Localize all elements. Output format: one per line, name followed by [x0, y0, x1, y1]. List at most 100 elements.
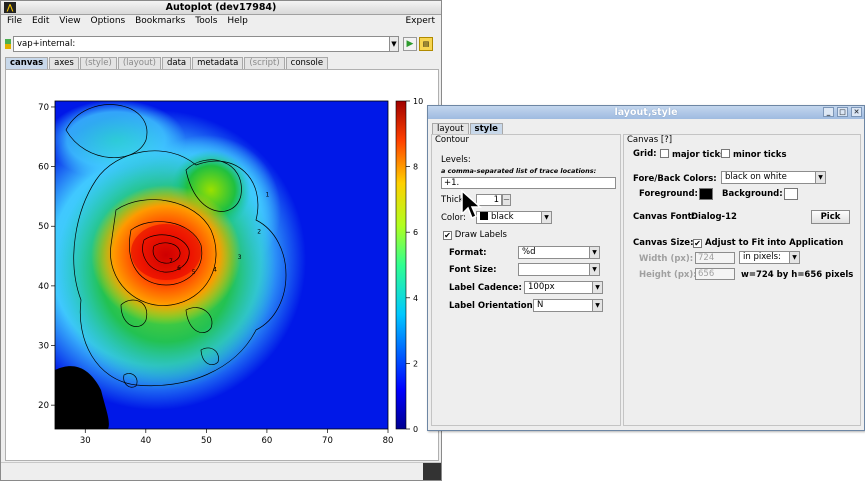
colorbar-tick-label: 4	[413, 294, 418, 303]
thick-spinner-icon[interactable]: —	[502, 194, 511, 206]
format-label: Format:	[449, 248, 487, 258]
menu-view[interactable]: View	[59, 16, 80, 26]
contour-level-label: 1	[266, 191, 270, 198]
adjust-to-fit-row[interactable]: ✔ Adjust to Fit into Application	[693, 238, 843, 248]
go-play-icon[interactable]: ▶	[403, 37, 417, 51]
canvas-font-value: Dialog-12	[691, 212, 737, 222]
height-label: Height (px):	[639, 270, 697, 280]
main-titlebar[interactable]: ⋀ Autoplot (dev17984)	[1, 1, 441, 15]
colorbar-tick-label: 6	[413, 228, 418, 237]
label-cadence-select[interactable]: 100px ▼	[524, 281, 603, 294]
contour-level-label: 7	[169, 258, 173, 265]
tab-metadata[interactable]: metadata	[192, 57, 244, 69]
grid-label: Grid:	[633, 149, 657, 159]
plot-canvas[interactable]: 1234567 30 40 50 60 70 80 20 30 40 50 60 70 024681…	[5, 69, 439, 461]
contour-level-label: 5	[192, 269, 196, 276]
close-icon[interactable]: ✕	[851, 107, 862, 117]
chevron-down-icon: ▼	[589, 247, 599, 258]
foreground-color-swatch[interactable]	[699, 188, 713, 200]
main-window-title: Autoplot (dev17984)	[165, 2, 277, 13]
adjust-to-fit-checkbox[interactable]: ✔	[693, 239, 702, 248]
y-tick-label: 60	[38, 163, 49, 173]
menubar: File Edit View Options Bookmarks Tools H…	[1, 15, 441, 27]
dialog-tabs: layout style	[432, 123, 504, 134]
menu-tools[interactable]: Tools	[195, 16, 217, 26]
data-source-icon	[5, 39, 11, 49]
minor-ticks-checkbox[interactable]	[721, 149, 730, 158]
levels-hint: a comma-separated list of trace location…	[441, 167, 597, 175]
tab-layout[interactable]: (layout)	[117, 57, 161, 69]
x-tick-label: 40	[140, 436, 151, 446]
size-units-select[interactable]: in pixels: ▼	[739, 251, 800, 264]
canvas-size-readout: w=724 by h=656 pixels	[741, 270, 854, 280]
adjust-to-fit-label: Adjust to Fit into Application	[704, 238, 844, 248]
levels-input[interactable]: +1.	[441, 177, 616, 189]
canvas-panel: Canvas [?] Grid: major ticks minor ticks…	[623, 134, 861, 426]
major-ticks-checkbox[interactable]	[660, 149, 669, 158]
minor-ticks-row[interactable]: minor ticks	[721, 149, 787, 160]
dialog-titlebar[interactable]: layout,style _ □ ✕	[428, 106, 864, 119]
menu-help[interactable]: Help	[227, 16, 248, 26]
dialog-tab-style[interactable]: style	[469, 123, 503, 134]
background-label: Background:	[722, 189, 783, 199]
colorbar-gradient	[395, 100, 407, 430]
menu-expert[interactable]: Expert	[406, 15, 436, 27]
minimize-icon[interactable]: _	[823, 107, 834, 117]
y-tick-label: 20	[38, 401, 49, 411]
major-ticks-row[interactable]: major ticks	[660, 149, 725, 160]
height-input[interactable]: 656	[695, 268, 735, 280]
menu-options[interactable]: Options	[90, 16, 125, 26]
maximize-icon[interactable]: □	[837, 107, 848, 117]
browse-folder-icon[interactable]: ▤	[419, 37, 433, 51]
pick-font-button[interactable]: Pick	[811, 210, 850, 224]
label-cadence-value: 100px	[528, 282, 555, 292]
canvas-font-label: Canvas Font:	[633, 212, 696, 222]
autoplot-main-window: ⋀ Autoplot (dev17984) File Edit View Opt…	[0, 0, 442, 481]
autoplot-app-icon: ⋀	[4, 2, 16, 13]
label-orientation-select[interactable]: N ▼	[533, 299, 603, 312]
font-size-select[interactable]: ▼	[518, 263, 600, 276]
history-dropdown-icon[interactable]: ▼	[389, 36, 399, 52]
foreground-label: Foreground:	[639, 189, 698, 199]
label-orientation-label: Label Orientation:	[449, 301, 537, 311]
font-size-label: Font Size:	[449, 265, 497, 275]
tab-console[interactable]: console	[285, 57, 329, 69]
contour-level-label: 2	[257, 229, 261, 236]
heatmap-image	[55, 101, 388, 429]
layout-style-dialog: layout,style _ □ ✕ layout style Contour L…	[427, 105, 865, 431]
tab-script[interactable]: (script)	[244, 57, 285, 69]
canvas-header[interactable]: Canvas [?]	[627, 135, 672, 145]
minor-ticks-label: minor ticks	[732, 150, 787, 160]
contour-level-label: 3	[238, 254, 242, 261]
x-tick-label: 30	[80, 436, 91, 446]
tab-canvas[interactable]: canvas	[5, 57, 49, 69]
color-select[interactable]: black ▼	[476, 211, 552, 224]
format-select[interactable]: %d ▼	[518, 246, 600, 259]
menu-edit[interactable]: Edit	[32, 16, 49, 26]
width-input[interactable]: 724	[695, 252, 735, 264]
contour-level-label: 6	[177, 265, 181, 272]
colorbar-tick-label: 8	[413, 163, 418, 172]
chevron-down-icon: ▼	[789, 252, 799, 263]
draw-labels-row[interactable]: ✔ Draw Labels	[443, 230, 507, 240]
label-cadence-label: Label Cadence:	[449, 283, 522, 293]
background-color-swatch[interactable]	[784, 188, 798, 200]
fore-back-select[interactable]: black on white ▼	[721, 171, 826, 184]
dialog-tab-layout[interactable]: layout	[432, 123, 469, 134]
colorbar-tick-label: 10	[413, 97, 423, 106]
canvas-size-label: Canvas Size:	[633, 238, 694, 248]
x-tick-label: 80	[383, 436, 394, 446]
x-tick-label: 70	[322, 436, 333, 446]
menu-bookmarks[interactable]: Bookmarks	[135, 16, 185, 26]
tab-axes[interactable]: axes	[49, 57, 79, 69]
draw-labels-checkbox[interactable]: ✔	[443, 231, 452, 240]
tab-data[interactable]: data	[161, 57, 192, 69]
menu-file[interactable]: File	[7, 16, 22, 26]
data-source-input[interactable]: vap+internal:	[13, 36, 391, 52]
size-units-value: in pixels:	[743, 252, 781, 262]
heatmap-plot[interactable]: 1234567 30 40 50 60 70 80 203040506070 024681…	[6, 70, 438, 460]
tab-style[interactable]: (style)	[79, 57, 117, 69]
major-ticks-label: major ticks	[671, 150, 726, 160]
data-source-bar: vap+internal: ▼ ▶ ▤	[5, 36, 437, 52]
contour-panel: Contour Levels: a comma-separated list o…	[431, 134, 621, 426]
